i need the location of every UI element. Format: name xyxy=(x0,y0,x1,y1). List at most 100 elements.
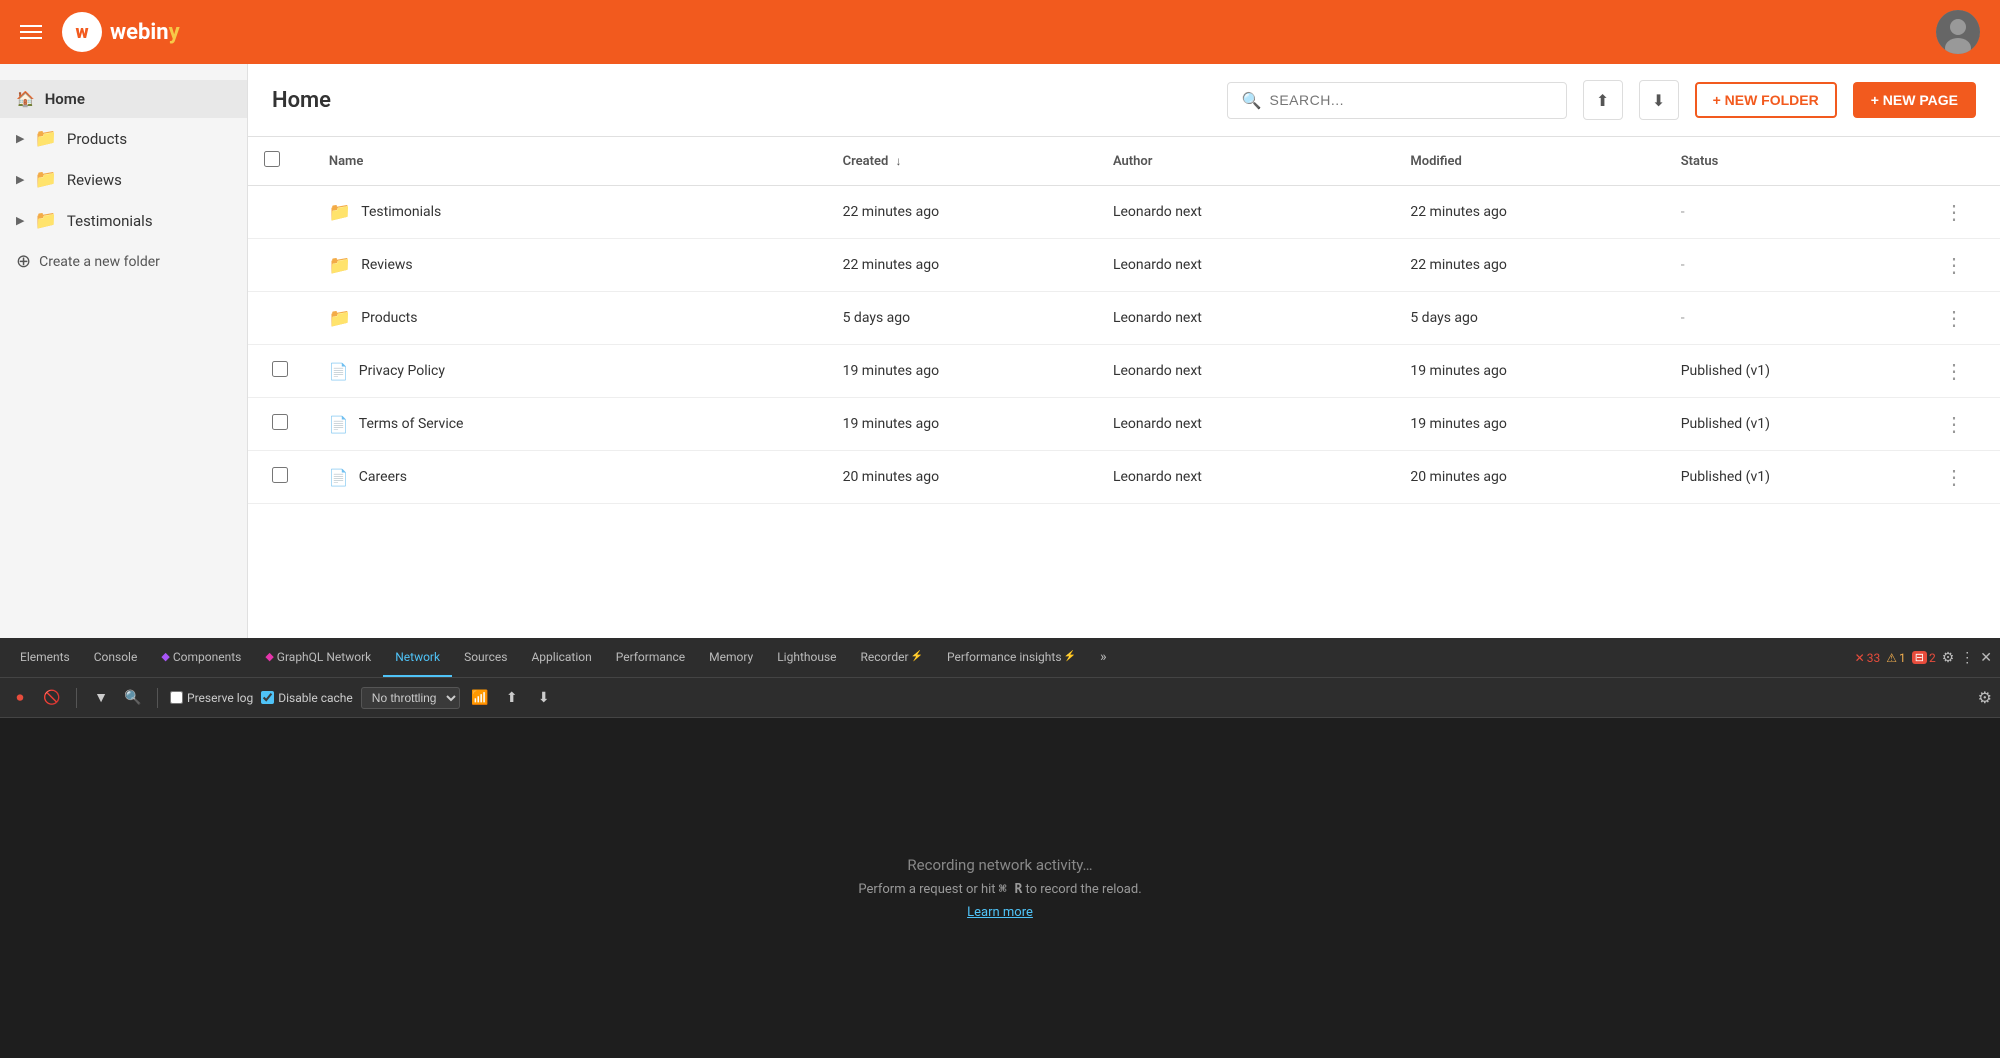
learn-more-link[interactable]: Learn more xyxy=(967,905,1033,920)
logo-icon: w xyxy=(62,12,102,52)
sidebar-item-products[interactable]: ▶ 📁 Products xyxy=(0,118,247,159)
row-select-cell xyxy=(248,345,313,398)
row-name-cell: 📁 Reviews xyxy=(313,239,827,292)
row-more-actions-icon[interactable]: ⋮ xyxy=(1936,196,1972,228)
upload-button[interactable]: ⬆ xyxy=(1583,80,1623,120)
row-actions-cell: ⋮ xyxy=(1908,186,2000,239)
created-label: Created xyxy=(843,154,889,169)
filter-button[interactable]: ▼ xyxy=(89,686,113,710)
new-folder-button[interactable]: + NEW FOLDER xyxy=(1695,82,1837,118)
search-input[interactable] xyxy=(1269,92,1551,108)
row-actions-cell: ⋮ xyxy=(1908,239,2000,292)
tab-recorder[interactable]: Recorder ⚡ xyxy=(849,638,936,677)
table-row: 📄 Terms of Service 19 minutes ago Leonar… xyxy=(248,398,2000,451)
table-row: 📄 Privacy Policy 19 minutes ago Leonardo… xyxy=(248,345,2000,398)
search-bar[interactable]: 🔍 xyxy=(1227,82,1567,119)
hamburger-menu-icon[interactable] xyxy=(20,25,42,39)
record-button[interactable]: ⏺ xyxy=(8,686,32,710)
tab-memory[interactable]: Memory xyxy=(697,638,765,677)
sidebar-item-home[interactable]: 🏠 Home xyxy=(0,80,247,118)
sidebar-item-testimonials[interactable]: ▶ 📁 Testimonials xyxy=(0,200,247,241)
row-name-cell: 📄 Privacy Policy xyxy=(313,345,827,398)
row-more-actions-icon[interactable]: ⋮ xyxy=(1936,461,1972,493)
devtools-more-icon[interactable]: ⋮ xyxy=(1960,650,1974,666)
tab-application[interactable]: Application xyxy=(519,638,603,677)
user-avatar[interactable] xyxy=(1936,10,1980,54)
item-name-wrapper: 📁 Testimonials xyxy=(329,202,811,223)
row-more-actions-icon[interactable]: ⋮ xyxy=(1936,249,1972,281)
home-icon: 🏠 xyxy=(16,90,35,108)
sidebar-testimonials-label: Testimonials xyxy=(67,212,153,230)
modified-column-header[interactable]: Modified xyxy=(1394,137,1664,186)
disable-cache-checkbox-label[interactable]: Disable cache xyxy=(261,691,353,705)
row-select-cell xyxy=(248,451,313,504)
page-icon: 📄 xyxy=(329,415,349,434)
preserve-log-checkbox[interactable] xyxy=(170,691,183,704)
network-settings-icon[interactable]: ⚙ xyxy=(1978,688,1992,707)
row-more-actions-icon[interactable]: ⋮ xyxy=(1936,302,1972,334)
row-created-cell: 22 minutes ago xyxy=(827,186,1097,239)
tab-sources[interactable]: Sources xyxy=(452,638,519,677)
tab-performance[interactable]: Performance xyxy=(604,638,697,677)
row-checkbox[interactable] xyxy=(272,414,288,430)
tab-lighthouse[interactable]: Lighthouse xyxy=(765,638,848,677)
name-column-header[interactable]: Name xyxy=(313,137,827,186)
row-checkbox[interactable] xyxy=(272,467,288,483)
tab-console[interactable]: Console xyxy=(82,638,150,677)
page-icon: 📄 xyxy=(329,362,349,381)
sidebar-item-reviews[interactable]: ▶ 📁 Reviews xyxy=(0,159,247,200)
item-name-label: Testimonials xyxy=(361,204,441,220)
content-area: Home 🔍 ⬆ ⬇ + NEW FOLDER + NEW PAGE xyxy=(248,64,2000,638)
devtools-settings-icon[interactable]: ⚙ xyxy=(1942,650,1955,666)
sidebar-products-label: Products xyxy=(67,130,127,148)
preserve-log-checkbox-label[interactable]: Preserve log xyxy=(170,691,253,705)
row-name-cell: 📄 Careers xyxy=(313,451,827,504)
warning-icon: ⚠ xyxy=(1886,651,1897,665)
separator-2 xyxy=(157,688,158,708)
devtools-right-spacer: ⚙ xyxy=(1978,688,1992,707)
download-log-button[interactable]: ⬇ xyxy=(532,686,556,710)
create-folder-button[interactable]: ⊕ Create a new folder xyxy=(0,241,247,282)
upload-log-button[interactable]: ⬆ xyxy=(500,686,524,710)
clear-button[interactable]: 🚫 xyxy=(40,686,64,710)
tab-elements[interactable]: Elements xyxy=(8,638,82,677)
select-all-checkbox[interactable] xyxy=(264,151,280,167)
upload-icon: ⬆ xyxy=(1596,91,1609,110)
page-title: Home xyxy=(272,88,1211,113)
performance-insights-label: Performance insights xyxy=(947,650,1062,664)
author-label: Author xyxy=(1113,154,1153,169)
error-count: 33 xyxy=(1867,651,1881,665)
item-name-wrapper: 📁 Reviews xyxy=(329,255,811,276)
item-name-label: Careers xyxy=(359,469,407,485)
wifi-icon[interactable]: 📶 xyxy=(468,686,492,710)
devtools-close-icon[interactable]: ✕ xyxy=(1980,650,1992,666)
row-modified-cell: 20 minutes ago xyxy=(1394,451,1664,504)
created-column-header[interactable]: Created ↓ xyxy=(827,137,1097,186)
search-button[interactable]: 🔍 xyxy=(121,686,145,710)
components-label: Components xyxy=(173,650,242,664)
status-column-header[interactable]: Status xyxy=(1665,137,1908,186)
folder-icon: 📁 xyxy=(329,255,351,276)
tab-performance-insights[interactable]: Performance insights ⚡ xyxy=(935,638,1088,677)
tab-components[interactable]: ◆ Components xyxy=(149,638,253,677)
download-button[interactable]: ⬇ xyxy=(1639,80,1679,120)
row-author-cell: Leonardo next xyxy=(1097,345,1394,398)
warning-count: 1 xyxy=(1899,651,1906,665)
row-more-actions-icon[interactable]: ⋮ xyxy=(1936,408,1972,440)
tab-more[interactable]: » xyxy=(1088,638,1119,677)
devtools-panel: Elements Console ◆ Components ◆ GraphQL … xyxy=(0,638,2000,1058)
disable-cache-checkbox[interactable] xyxy=(261,691,274,704)
tab-network[interactable]: Network xyxy=(383,638,452,677)
new-page-button[interactable]: + NEW PAGE xyxy=(1853,82,1976,118)
row-more-actions-icon[interactable]: ⋮ xyxy=(1936,355,1972,387)
author-column-header[interactable]: Author xyxy=(1097,137,1394,186)
application-label: Application xyxy=(531,650,591,664)
table-row: 📁 Products 5 days ago Leonardo next 5 da… xyxy=(248,292,2000,345)
lighthouse-label: Lighthouse xyxy=(777,650,836,664)
tab-graphql[interactable]: ◆ GraphQL Network xyxy=(253,638,383,677)
row-modified-cell: 22 minutes ago xyxy=(1394,186,1664,239)
throttling-select[interactable]: No throttling Fast 3G Slow 3G Offline xyxy=(361,687,460,709)
row-checkbox[interactable] xyxy=(272,361,288,377)
new-folder-label: + NEW FOLDER xyxy=(1713,92,1819,108)
search-icon: 🔍 xyxy=(1242,91,1262,110)
